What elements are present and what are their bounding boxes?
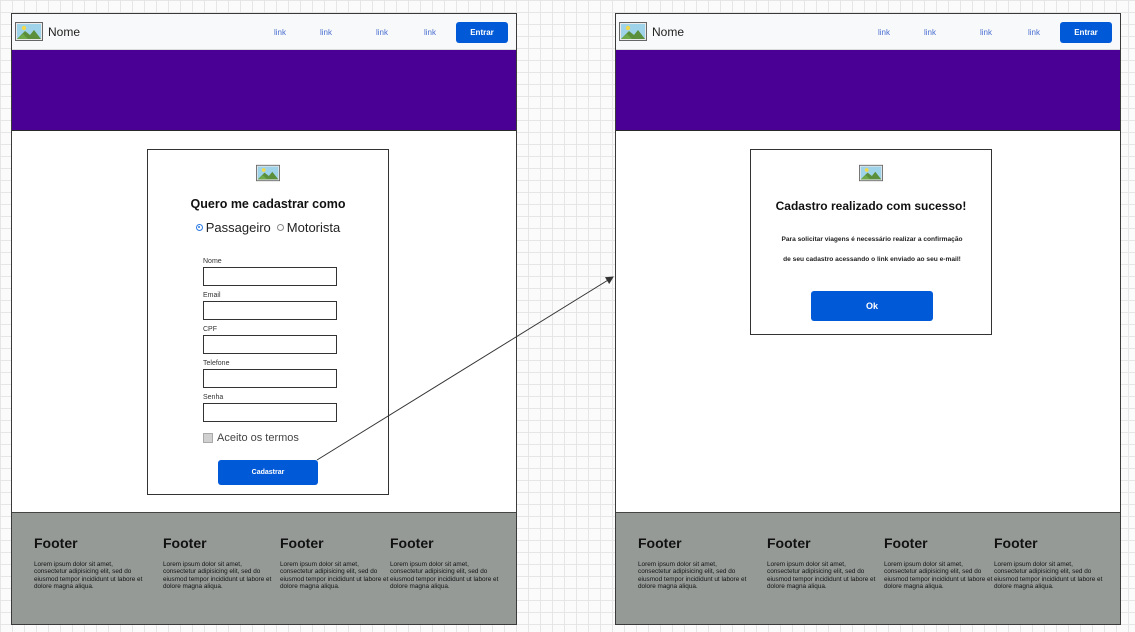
footer: Footer Lorem ipsum dolor sit amet, conse… [616, 512, 1120, 624]
footer-text: Lorem ipsum dolor sit amet, consectetur … [994, 561, 1103, 591]
footer-title: Footer [390, 535, 434, 551]
radio-motorista-label: Motorista [286, 220, 341, 235]
footer-title: Footer [767, 535, 811, 551]
success-card: Cadastro realizado com sucesso! Para sol… [750, 149, 992, 335]
footer-title: Footer [638, 535, 682, 551]
footer-column-4: Footer Lorem ipsum dolor sit amet, conse… [994, 535, 1106, 591]
nome-label: Nome [203, 258, 222, 265]
cpf-label: CPF [203, 326, 217, 333]
footer-title: Footer [163, 535, 207, 551]
radio-passageiro[interactable]: Passageiro [195, 220, 271, 235]
success-message: Para solicitar viagens é necessário real… [761, 230, 983, 270]
nome-input[interactable] [203, 267, 337, 286]
nav-link-2[interactable]: link [320, 28, 332, 37]
terms-checkbox[interactable] [203, 433, 213, 443]
email-label: Email [203, 292, 221, 299]
footer-text: Lorem ipsum dolor sit amet, consectetur … [390, 561, 499, 591]
navbar: Nome link link link link Entrar [616, 14, 1120, 50]
success-message-line-1: Para solicitar viagens é necessário real… [781, 236, 963, 243]
navbar: Nome link link link link Entrar [12, 14, 516, 50]
brand-image-icon [619, 22, 647, 41]
success-image-icon [859, 164, 883, 182]
radio-checked-icon[interactable] [195, 224, 203, 231]
senha-label: Senha [203, 394, 224, 401]
footer-text: Lorem ipsum dolor sit amet, consectetur … [884, 561, 993, 591]
footer-column-2: Footer Lorem ipsum dolor sit amet, conse… [163, 535, 275, 591]
footer-column-2: Footer Lorem ipsum dolor sit amet, conse… [767, 535, 879, 591]
radio-motorista[interactable]: Motorista [276, 220, 341, 235]
cadastrar-button[interactable]: Cadastrar [218, 460, 318, 485]
radio-passageiro-label: Passageiro [205, 220, 271, 235]
email-input[interactable] [203, 301, 337, 320]
form-image-icon [256, 164, 280, 182]
hero-banner [12, 50, 516, 131]
footer-title: Footer [280, 535, 324, 551]
footer-column-3: Footer Lorem ipsum dolor sit amet, conse… [884, 535, 996, 591]
brand-name[interactable]: Nome [48, 25, 80, 39]
nav-link-4[interactable]: link [424, 28, 436, 37]
terms-label: Aceito os termos [217, 432, 299, 444]
nav-link-2[interactable]: link [924, 28, 936, 37]
terms-checkbox-row[interactable]: Aceito os termos [203, 432, 299, 444]
footer-text: Lorem ipsum dolor sit amet, consectetur … [163, 561, 272, 591]
hero-banner [616, 50, 1120, 131]
signup-screen: Nome link link link link Entrar Quero me… [11, 13, 517, 625]
footer-text: Lorem ipsum dolor sit amet, consectetur … [34, 561, 143, 591]
footer-column-3: Footer Lorem ipsum dolor sit amet, conse… [280, 535, 392, 591]
nav-link-1[interactable]: link [878, 28, 890, 37]
footer-column-1: Footer Lorem ipsum dolor sit amet, conse… [34, 535, 146, 591]
footer-text: Lorem ipsum dolor sit amet, consectetur … [767, 561, 876, 591]
footer-title: Footer [994, 535, 1038, 551]
cpf-input[interactable] [203, 335, 337, 354]
footer-text: Lorem ipsum dolor sit amet, consectetur … [280, 561, 389, 591]
brand-image-icon [15, 22, 43, 41]
footer-title: Footer [34, 535, 78, 551]
senha-input[interactable] [203, 403, 337, 422]
success-screen: Nome link link link link Entrar Cadastro… [615, 13, 1121, 625]
footer-title: Footer [884, 535, 928, 551]
ok-button[interactable]: Ok [811, 291, 933, 321]
nav-link-1[interactable]: link [274, 28, 286, 37]
signup-form-card: Quero me cadastrar como Passageiro Motor… [147, 149, 389, 495]
user-type-radio-group: Passageiro Motorista [148, 220, 388, 235]
nav-link-3[interactable]: link [980, 28, 992, 37]
brand-name[interactable]: Nome [652, 25, 684, 39]
footer-text: Lorem ipsum dolor sit amet, consectetur … [638, 561, 747, 591]
radio-unchecked-icon[interactable] [276, 224, 284, 231]
telefone-label: Telefone [203, 360, 230, 367]
footer: Footer Lorem ipsum dolor sit amet, conse… [12, 512, 516, 624]
footer-column-1: Footer Lorem ipsum dolor sit amet, conse… [638, 535, 750, 591]
success-title: Cadastro realizado com sucesso! [775, 199, 967, 213]
footer-column-4: Footer Lorem ipsum dolor sit amet, conse… [390, 535, 502, 591]
success-message-line-2: de seu cadastro acessando o link enviado… [783, 256, 961, 263]
telefone-input[interactable] [203, 369, 337, 388]
enter-button[interactable]: Entrar [1060, 22, 1112, 43]
nav-link-4[interactable]: link [1028, 28, 1040, 37]
enter-button[interactable]: Entrar [456, 22, 508, 43]
nav-link-3[interactable]: link [376, 28, 388, 37]
form-title: Quero me cadastrar como [190, 197, 346, 211]
